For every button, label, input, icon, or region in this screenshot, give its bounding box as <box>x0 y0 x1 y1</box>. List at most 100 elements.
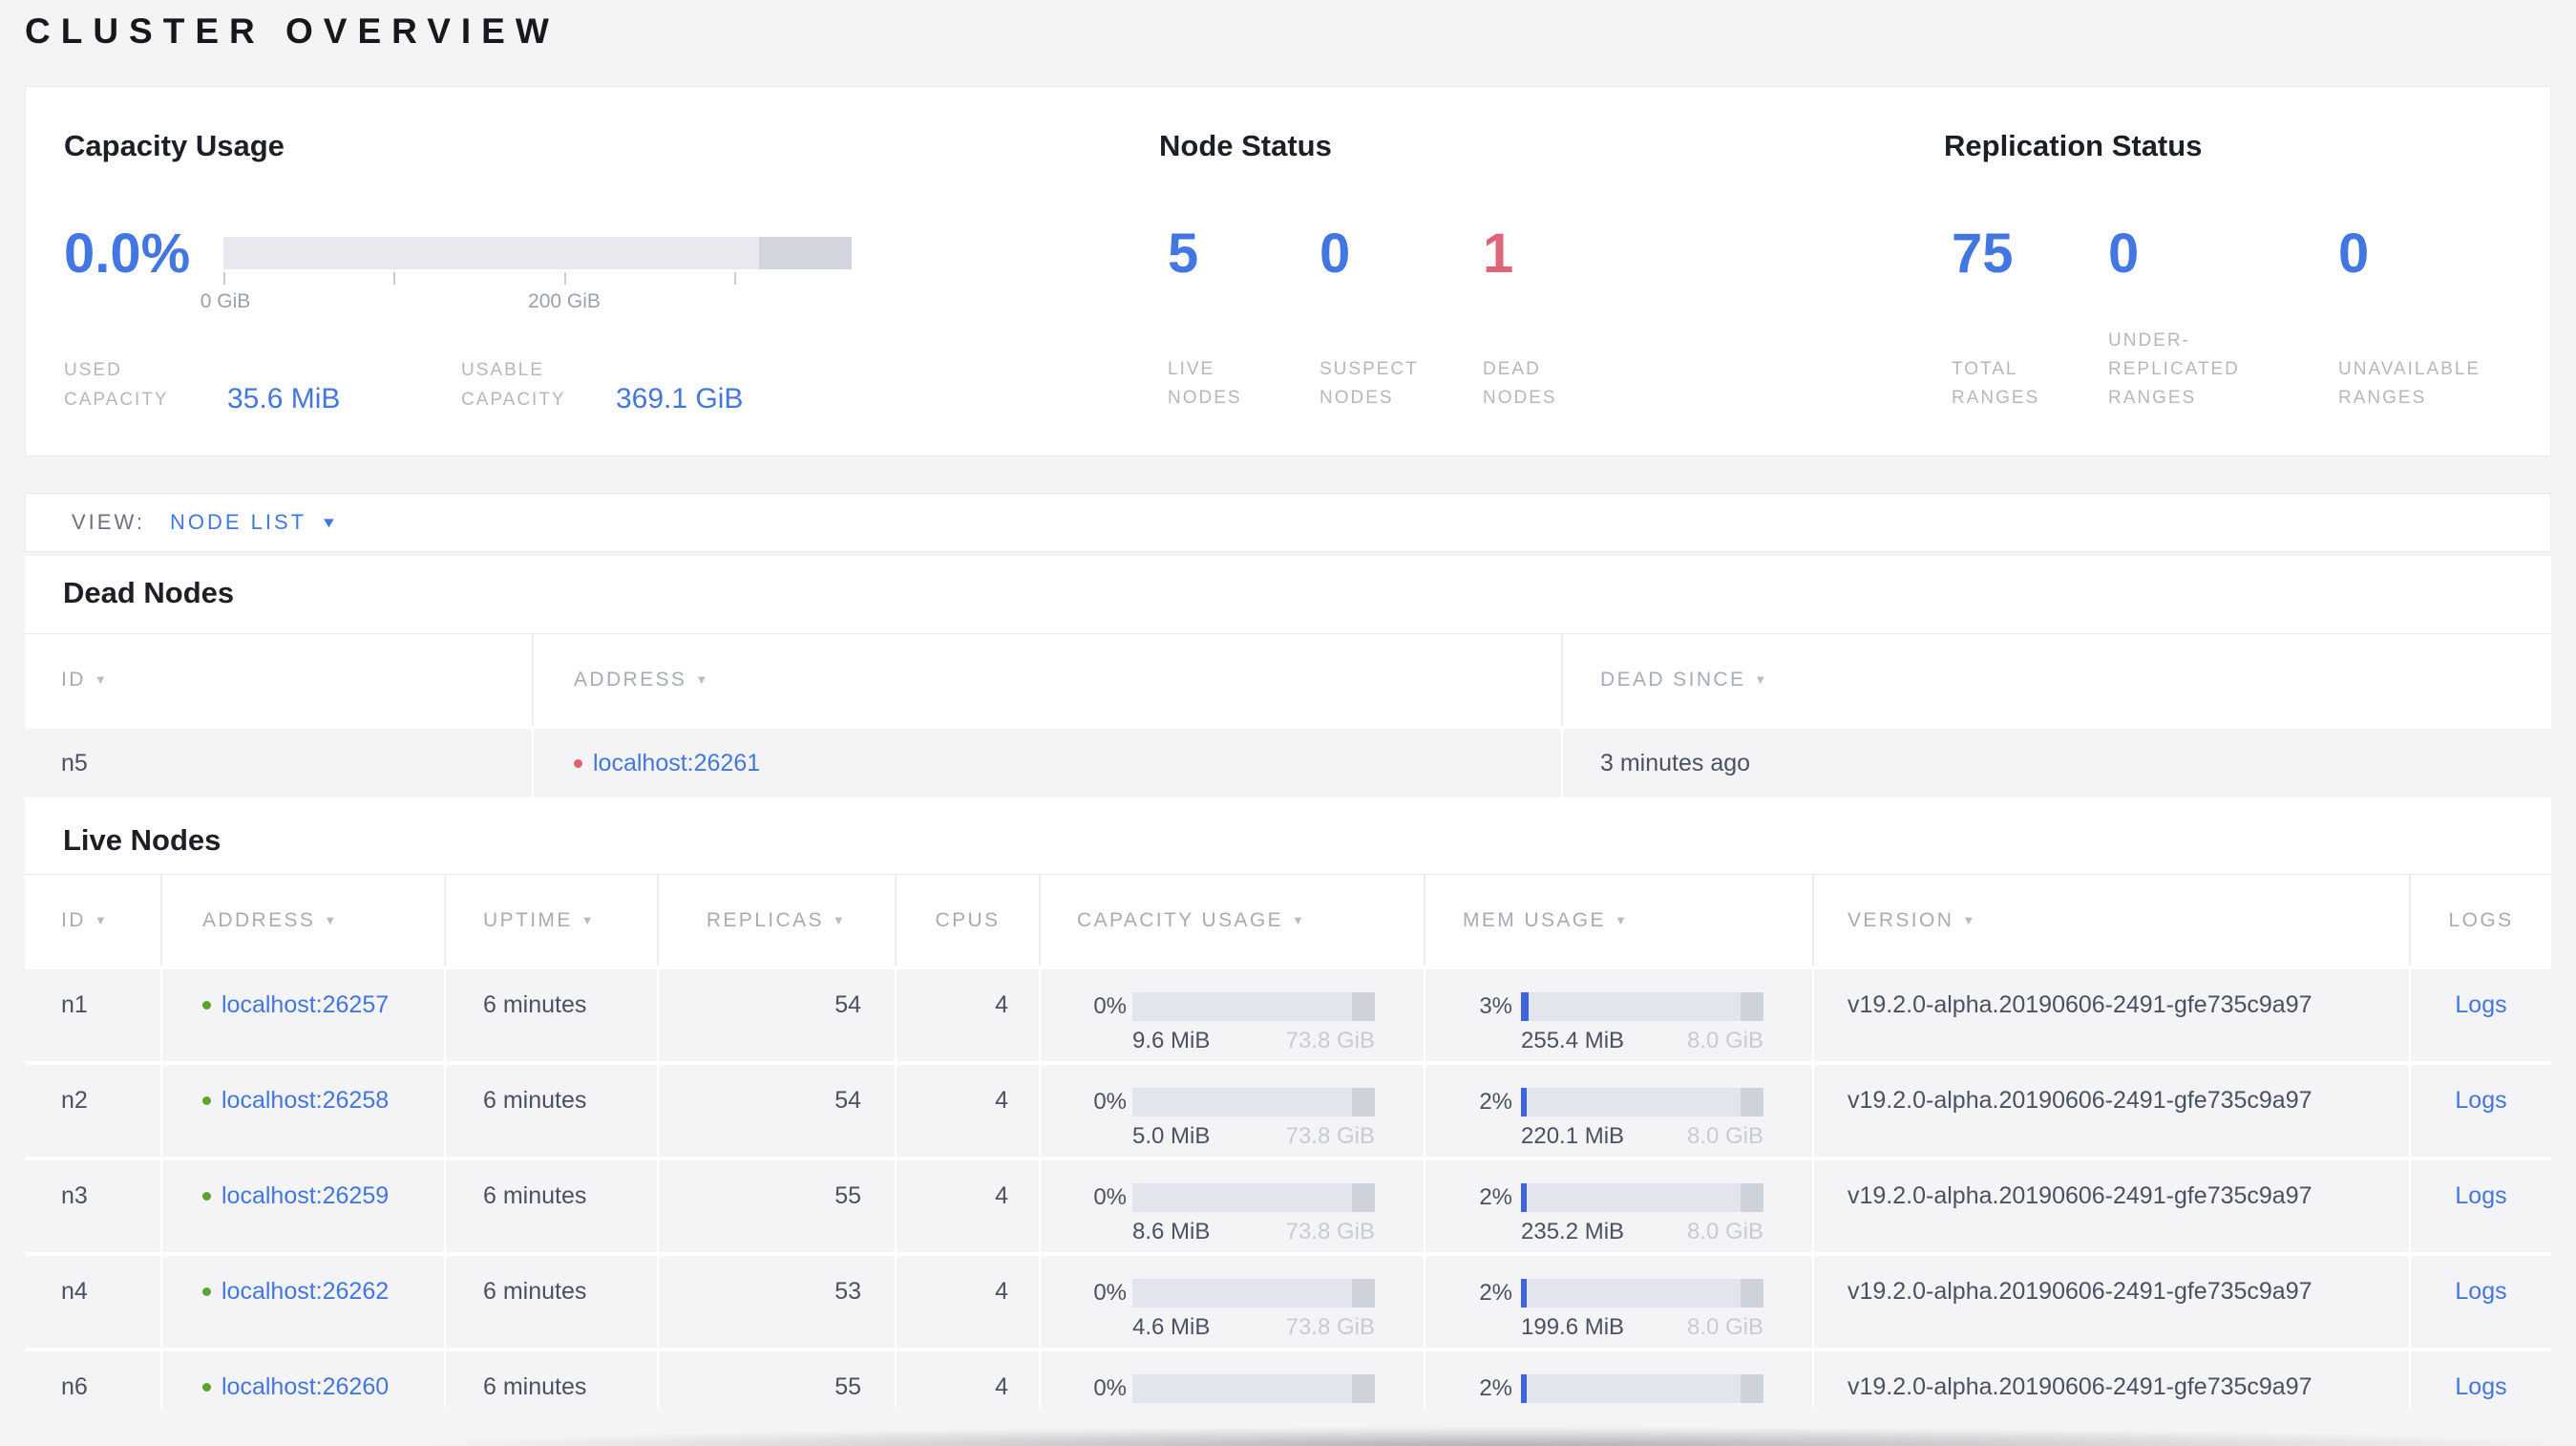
capacity-bar <box>1132 1279 1375 1308</box>
mem-bar <box>1521 1279 1763 1308</box>
cluster-summary-card: Capacity Usage 0.0% 0 GiB 200 GiB USED C… <box>25 86 2551 457</box>
live-col-address[interactable]: ADDRESS ▼ <box>162 875 446 966</box>
node-address-link[interactable]: localhost:26262 <box>222 1277 389 1306</box>
capacity-pct: 0% <box>1093 1280 1127 1306</box>
unavailable-label: UNAVAILABLE RANGES <box>2338 359 2481 408</box>
under-replicated-label: UNDER- REPLICATED RANGES <box>2108 330 2240 408</box>
under-replicated-ranges-stat: 0 UNDER- REPLICATED RANGES <box>2108 224 2240 413</box>
suspect-nodes-label: SUSPECT NODES <box>1320 359 1419 408</box>
node-cpus: 4 <box>897 969 1041 1061</box>
capacity-pct: 0% <box>1093 1089 1127 1115</box>
view-label: VIEW: <box>72 510 145 534</box>
node-address-link[interactable]: localhost:26259 <box>222 1181 389 1210</box>
live-status-dot-icon <box>202 1191 211 1201</box>
live-col-mem-usage[interactable]: MEM USAGE ▼ <box>1425 875 1814 966</box>
mem-pct: 2% <box>1479 1375 1512 1401</box>
node-cpus: 4 <box>897 1065 1041 1157</box>
live-col-logs: LOGS <box>2448 908 2514 931</box>
capacity-used: 4.6 MiB <box>1132 1314 1211 1340</box>
node-address-link[interactable]: localhost:26257 <box>222 990 389 1019</box>
live-col-capacity-usage[interactable]: CAPACITY USAGE ▼ <box>1041 875 1425 966</box>
total-ranges-count: 75 <box>1952 223 2014 285</box>
usable-capacity-value: 369.1 GiB <box>616 383 744 415</box>
logs-link[interactable]: Logs <box>2455 1278 2506 1305</box>
dead-col-dead-since[interactable]: DEAD SINCE ▼ <box>1563 634 2551 725</box>
live-node-row: n1 localhost:26257 6 minutes 54 4 0% 9.6… <box>25 969 2551 1061</box>
node-address-cell: localhost:26261 <box>534 729 1563 797</box>
capacity-bar <box>1132 992 1375 1021</box>
capacity-bar <box>1132 1183 1375 1212</box>
node-cpus: 4 <box>897 1351 1041 1408</box>
mem-used: 220.1 MiB <box>1521 1123 1625 1149</box>
node-address-cell: localhost:26258 <box>162 1065 446 1157</box>
live-node-row: n3 localhost:26259 6 minutes 55 4 0% 8.6… <box>25 1160 2551 1252</box>
mem-bar <box>1521 1088 1763 1116</box>
bottom-shadow <box>435 1427 2576 1446</box>
capacity-axis: 0 GiB 200 GiB <box>201 269 852 312</box>
used-capacity-label: USED CAPACITY <box>64 360 169 410</box>
node-id: n6 <box>25 1351 162 1408</box>
capacity-total: 73.8 GiB <box>1285 1314 1375 1340</box>
capacity-pct: 0% <box>1093 1375 1127 1401</box>
usable-capacity-label: USABLE CAPACITY <box>461 360 566 410</box>
page-title: CLUSTER OVERVIEW <box>25 11 560 51</box>
logs-link[interactable]: Logs <box>2455 1373 2506 1400</box>
node-id: n4 <box>25 1256 162 1348</box>
total-ranges-stat: 75 TOTAL RANGES <box>1952 224 2039 413</box>
node-uptime: 6 minutes <box>446 1065 659 1157</box>
capacity-bar-other-segment <box>759 237 852 269</box>
mem-usage-cell: 2% 225.5 MiB8.0 GiB <box>1425 1351 1814 1408</box>
mem-bar <box>1521 992 1763 1021</box>
node-address-cell: localhost:26260 <box>162 1351 446 1408</box>
logs-link[interactable]: Logs <box>2455 991 2506 1018</box>
sort-desc-icon: ▼ <box>324 913 339 927</box>
node-id: n5 <box>25 729 534 797</box>
node-cpus: 4 <box>897 1160 1041 1252</box>
axis-tick-label: 0 GiB <box>200 290 251 312</box>
node-uptime: 6 minutes <box>446 969 659 1061</box>
node-uptime: 6 minutes <box>446 1160 659 1252</box>
mem-total: 8.0 GiB <box>1686 1123 1763 1149</box>
dead-col-id[interactable]: ID ▼ <box>25 634 534 725</box>
node-uptime: 6 minutes <box>446 1256 659 1348</box>
live-status-dot-icon <box>202 1095 211 1105</box>
mem-bar <box>1521 1183 1763 1212</box>
view-mode-dropdown[interactable]: NODE LIST ▼ <box>170 510 337 535</box>
capacity-bar <box>1132 1088 1375 1116</box>
sort-desc-icon: ▼ <box>581 913 597 927</box>
node-id: n1 <box>25 969 162 1061</box>
live-status-dot-icon <box>202 1000 211 1010</box>
capacity-used: 5.0 MiB <box>1132 1123 1211 1149</box>
live-col-id[interactable]: ID ▼ <box>25 875 162 966</box>
live-col-replicas[interactable]: REPLICAS ▼ <box>659 875 897 966</box>
live-nodes-label: LIVE NODES <box>1168 359 1242 408</box>
mem-bar <box>1521 1374 1763 1403</box>
dead-node-row: n5 localhost:26261 3 minutes ago <box>25 729 2551 797</box>
capacity-usage-bar-chart: 0 GiB 200 GiB <box>201 237 852 312</box>
used-capacity-value: 35.6 MiB <box>227 383 341 415</box>
node-replicas: 55 <box>659 1160 897 1252</box>
logs-link[interactable]: Logs <box>2455 1087 2506 1114</box>
sort-desc-icon: ▼ <box>1962 913 1977 927</box>
view-bar: VIEW: NODE LIST ▼ <box>25 493 2551 552</box>
axis-tick <box>734 272 736 285</box>
capacity-total: 73.8 GiB <box>1285 1123 1375 1149</box>
suspect-nodes-count: 0 <box>1320 223 1351 285</box>
live-col-uptime[interactable]: UPTIME ▼ <box>446 875 659 966</box>
capacity-bar <box>1132 1374 1375 1403</box>
capacity-usage-cell: 0% 8.6 MiB 73.8 GiB <box>1041 1160 1425 1252</box>
mem-used: 255.4 MiB <box>1521 1028 1625 1053</box>
node-id: n3 <box>25 1160 162 1252</box>
node-address-link[interactable]: localhost:26261 <box>593 749 760 777</box>
logs-link[interactable]: Logs <box>2455 1182 2506 1209</box>
node-address-link[interactable]: localhost:26260 <box>222 1372 389 1401</box>
axis-tick <box>564 272 566 285</box>
mem-usage-cell: 2% 235.2 MiB 8.0 GiB <box>1425 1160 1814 1252</box>
dead-col-address[interactable]: ADDRESS ▼ <box>534 634 1563 725</box>
live-col-version[interactable]: VERSION ▼ <box>1814 875 2411 966</box>
sort-desc-icon: ▼ <box>1614 913 1630 927</box>
live-nodes-heading: Live Nodes <box>63 823 222 857</box>
node-address-link[interactable]: localhost:26258 <box>222 1086 389 1115</box>
dead-nodes-stat: 1 DEAD NODES <box>1483 224 1557 413</box>
dead-status-dot-icon <box>574 758 582 768</box>
